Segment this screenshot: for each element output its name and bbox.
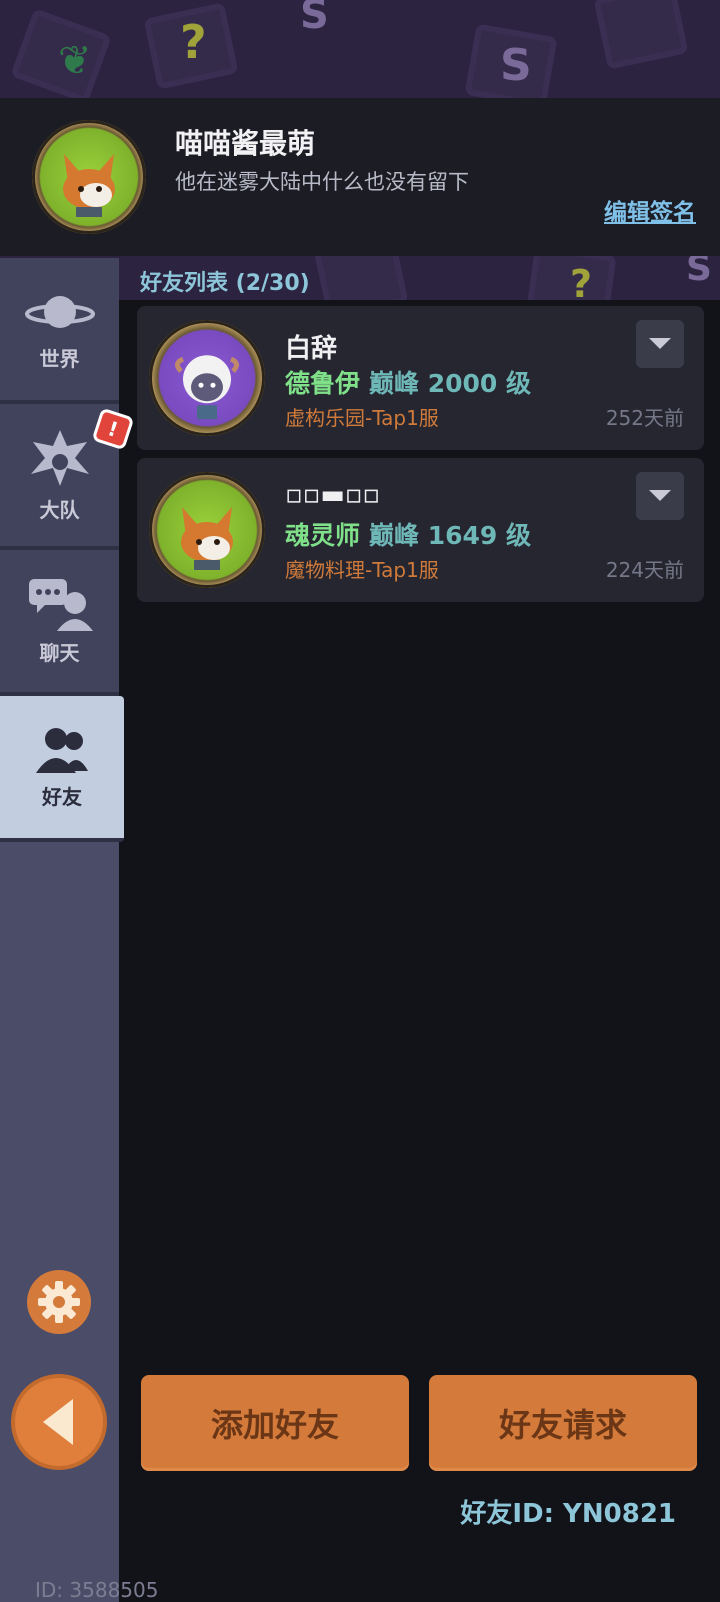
question-mark-icon: ? xyxy=(570,262,593,300)
question-mark-icon: ? xyxy=(180,15,207,69)
sheep-avatar-icon xyxy=(175,355,239,420)
friend-level: 巅峰 2000 级 xyxy=(369,369,531,398)
friend-id: 好友ID: YN0821 xyxy=(460,1499,676,1529)
pattern-box xyxy=(593,0,689,70)
friend-level: 巅峰 1649 级 xyxy=(369,521,531,550)
friend-card[interactable]: 白辞 德鲁伊 巅峰 2000 级 虚构乐园-Tap1服 252天前 xyxy=(137,306,704,450)
add-friend-button[interactable]: 添加好友 xyxy=(141,1375,409,1471)
friend-options-button[interactable] xyxy=(636,320,684,368)
gear-icon xyxy=(38,1281,80,1323)
profile-name: 喵喵酱最萌 xyxy=(175,127,316,160)
friend-avatar xyxy=(149,472,265,588)
edit-signature-link[interactable]: 编辑签名 xyxy=(604,193,696,227)
friend-name: 白辞 xyxy=(285,334,338,364)
friend-name: ▫▫▬▫▫ xyxy=(285,480,381,510)
settings-button[interactable] xyxy=(27,1270,91,1334)
back-button[interactable] xyxy=(11,1374,107,1470)
chevron-down-icon xyxy=(649,490,671,501)
profile-avatar[interactable] xyxy=(32,120,146,234)
friend-requests-button[interactable]: 好友请求 xyxy=(429,1375,697,1471)
tab-world-label: 世界 xyxy=(39,346,80,371)
friend-options-button[interactable] xyxy=(636,472,684,520)
leaf-icon: ❦ xyxy=(58,38,92,84)
tab-chat[interactable]: 聊天 xyxy=(0,550,119,696)
friends-list-title: 好友列表 (2/30) xyxy=(140,271,310,296)
player-id: ID: 3588505 xyxy=(35,1578,159,1602)
tab-chat-label: 聊天 xyxy=(39,640,80,665)
back-arrow-icon xyxy=(43,1399,73,1445)
friend-last-seen: 252天前 xyxy=(605,406,684,430)
friend-server: 魔物料理-Tap1服 xyxy=(285,558,439,582)
profile-signature: 他在迷雾大陆中什么也没有留下 xyxy=(175,170,469,194)
friend-avatar xyxy=(149,320,265,436)
tab-friends[interactable]: 好友 xyxy=(0,696,124,842)
friend-card[interactable]: ▫▫▬▫▫ 魂灵师 巅峰 1649 级 魔物料理-Tap1服 224天前 xyxy=(137,458,704,602)
tab-guild-label: 大队 xyxy=(39,497,80,522)
friend-last-seen: 224天前 xyxy=(605,558,684,582)
planet-icon xyxy=(24,295,95,328)
guild-emblem-icon xyxy=(30,429,89,486)
chevron-down-icon xyxy=(649,338,671,349)
fox-avatar-icon xyxy=(63,154,115,217)
friend-class: 魂灵师 xyxy=(285,521,361,550)
tab-world[interactable]: 世界 xyxy=(0,258,119,404)
s-letter-icon: S xyxy=(500,40,532,91)
fox-avatar-icon xyxy=(181,507,233,570)
friend-class: 德鲁伊 xyxy=(285,369,361,398)
s-letter-icon: S xyxy=(300,0,329,38)
tab-friends-label: 好友 xyxy=(42,784,82,809)
friend-server: 虚构乐园-Tap1服 xyxy=(285,406,439,430)
friends-icon xyxy=(36,727,88,773)
chat-icon xyxy=(28,578,93,631)
